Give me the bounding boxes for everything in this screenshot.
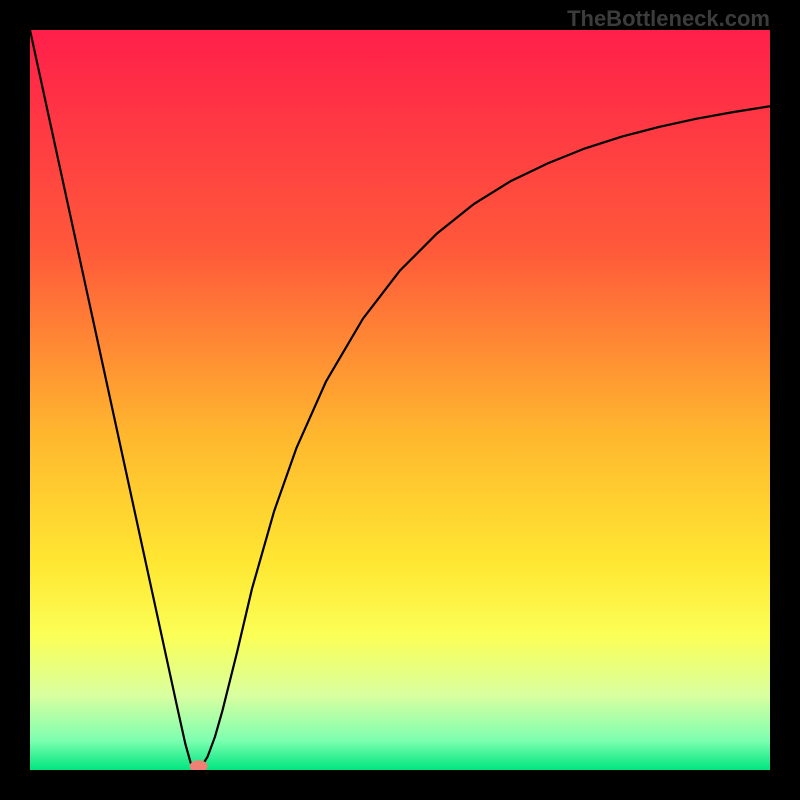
watermark-text: TheBottleneck.com [567,6,770,32]
gradient-background [30,30,770,770]
chart-svg [30,30,770,770]
plot-area [30,30,770,770]
chart-container: TheBottleneck.com [0,0,800,800]
